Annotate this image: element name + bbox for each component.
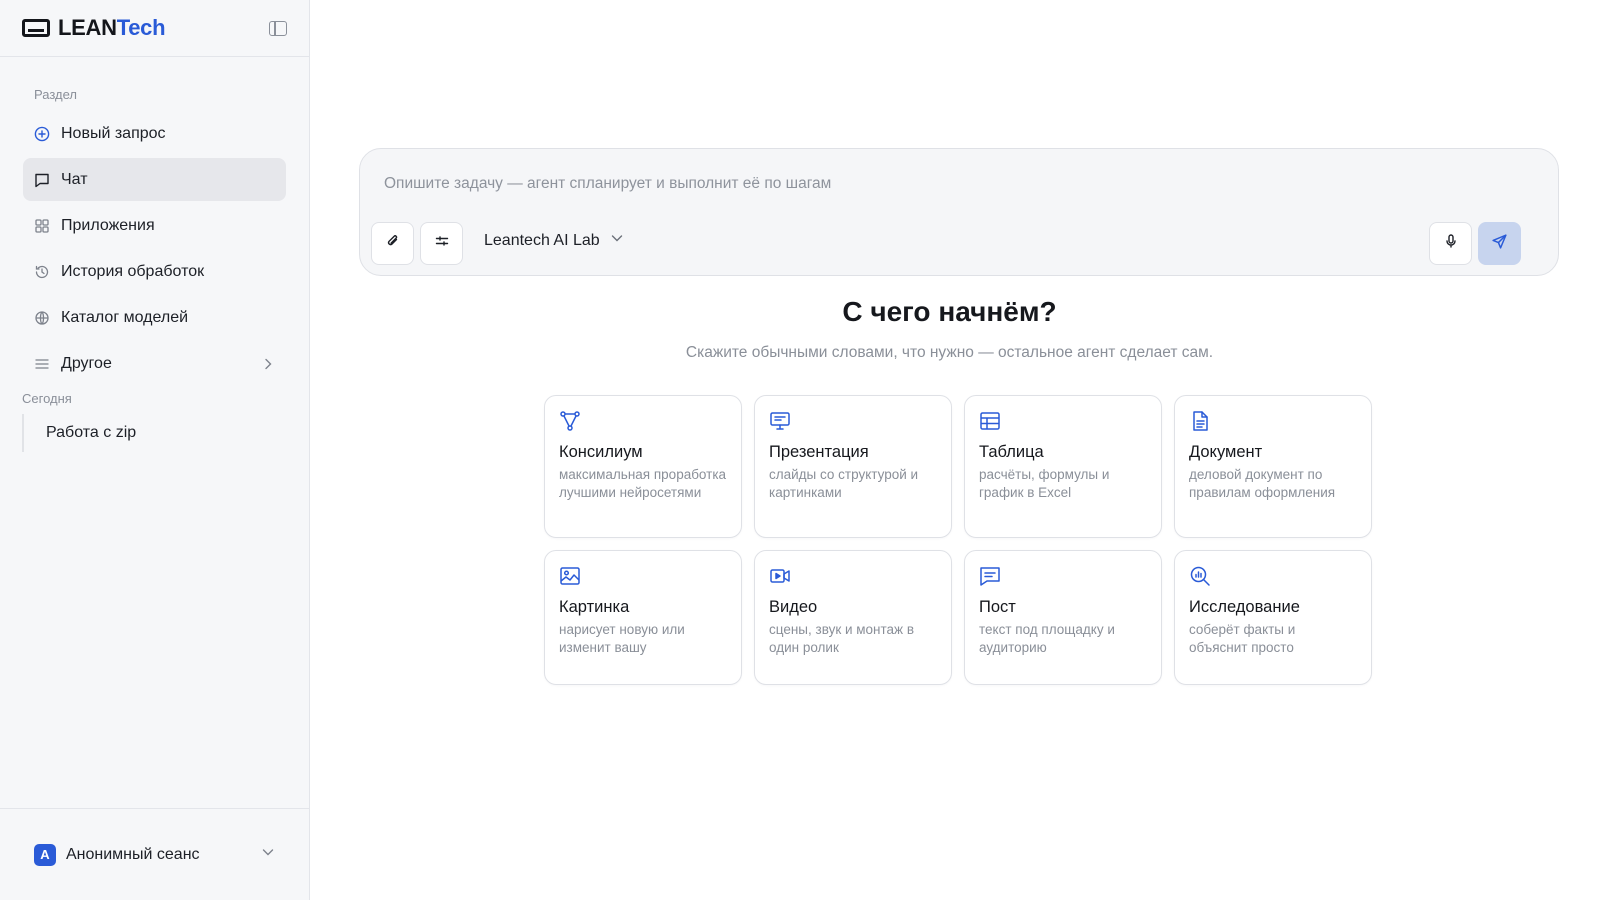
sidebar-item-label: История обработок [61, 262, 205, 280]
card-description: расчёты, формулы и график в Excel [979, 467, 1110, 500]
avatar: A [34, 843, 56, 866]
sidebar-item-model-catalog[interactable]: Каталог моделей [23, 296, 286, 339]
section-label: Раздел [34, 87, 77, 102]
brand-name-part1: LEAN [58, 15, 117, 40]
card-title: Документ [1189, 443, 1263, 461]
quick-actions-grid: Консилиум максимальная проработка лучшим… [544, 395, 1372, 685]
table-icon [979, 410, 1001, 432]
post-icon [979, 565, 1001, 587]
user-session-menu[interactable]: A Анонимный сеанс [0, 808, 309, 900]
card-title: Пост [979, 598, 1016, 616]
sliders-icon [434, 233, 450, 254]
card-description: слайды со структурой и картинками [769, 467, 919, 500]
history-item[interactable]: Работа с zip [22, 414, 287, 452]
send-button[interactable] [1478, 222, 1521, 265]
main-area: Опишите задачу — агент спланирует и выпо… [311, 0, 1600, 900]
sidebar-item-chat[interactable]: Чат [23, 158, 286, 201]
card-description: сцены, звук и монтаж в один ролик [769, 622, 914, 655]
card-title: Картинка [559, 598, 630, 616]
card-title: Исследование [1189, 598, 1300, 616]
sidebar-item-label: Новый запрос [61, 124, 166, 142]
card-title: Консилиум [559, 443, 643, 461]
apps-grid-icon [34, 218, 50, 234]
chat-icon [34, 172, 50, 188]
sidebar-item-label: Чат [61, 170, 88, 188]
voice-input-button[interactable] [1429, 222, 1472, 265]
brand-name-part2: Tech [116, 15, 166, 40]
card-research[interactable]: Исследование соберёт факты и объяснит пр… [1174, 550, 1372, 685]
paperclip-icon [385, 233, 401, 254]
chevron-down-icon [261, 845, 275, 864]
card-description: текст под площадку и аудиторию [979, 622, 1115, 655]
settings-button[interactable] [420, 222, 463, 265]
image-icon [559, 565, 581, 587]
card-document[interactable]: Документ деловой документ по правилам оф… [1174, 395, 1372, 538]
research-icon [1189, 565, 1211, 587]
card-video[interactable]: Видео сцены, звук и монтаж в один ролик [754, 550, 952, 685]
history-section-label: Сегодня [22, 391, 72, 406]
sidebar-header: LEANTech [0, 0, 309, 57]
card-title: Видео [769, 598, 818, 616]
card-image[interactable]: Картинка нарисует новую или изменит вашу [544, 550, 742, 685]
presentation-icon [769, 410, 791, 432]
document-icon [1189, 410, 1211, 432]
card-table[interactable]: Таблица расчёты, формулы и график в Exce… [964, 395, 1162, 538]
microphone-icon [1443, 233, 1459, 254]
sidebar-item-label: Другое [61, 354, 112, 372]
user-name: Анонимный сеанс [66, 845, 200, 863]
logo-mark-icon [22, 19, 50, 37]
card-presentation[interactable]: Презентация слайды со структурой и карти… [754, 395, 952, 538]
card-description: соберёт факты и объяснит просто [1189, 622, 1296, 655]
sidebar-item-apps[interactable]: Приложения [23, 204, 286, 247]
brand-logo[interactable]: LEANTech [22, 15, 166, 41]
sidebar-item-label: Каталог моделей [61, 308, 189, 326]
card-title: Таблица [979, 443, 1044, 461]
card-description: деловой документ по правилам оформления [1189, 467, 1336, 500]
card-title: Презентация [769, 443, 869, 461]
video-icon [769, 565, 791, 587]
sidebar-toggle-icon[interactable] [269, 20, 287, 36]
history-icon [34, 264, 50, 280]
model-selector[interactable]: Leantech AI Lab [484, 231, 624, 250]
page-subtitle: Скажите обычными словами, что нужно — ос… [685, 344, 1214, 361]
page-title: С чего начнём? [842, 296, 1057, 327]
card-consilium[interactable]: Консилиум максимальная проработка лучшим… [544, 395, 742, 538]
prompt-composer[interactable]: Опишите задачу — агент спланирует и выпо… [359, 148, 1559, 276]
card-description: нарисует новую или изменит вашу [559, 622, 685, 655]
sidebar-item-history[interactable]: История обработок [23, 250, 286, 293]
chevron-right-icon [261, 357, 275, 371]
menu-icon [34, 356, 50, 372]
sidebar-item-other[interactable]: Другое [23, 342, 286, 385]
card-description: максимальная проработка лучшими нейросет… [559, 467, 727, 500]
prompt-input[interactable]: Опишите задачу — агент спланирует и выпо… [384, 175, 831, 193]
sidebar-item-new-request[interactable]: Новый запрос [23, 112, 286, 155]
attach-button[interactable] [371, 222, 414, 265]
network-icon [559, 410, 581, 432]
globe-icon [34, 310, 50, 326]
sidebar: LEANTech Раздел Новый запрос Чат Приложе… [0, 0, 310, 900]
plus-circle-icon [34, 126, 50, 142]
card-post[interactable]: Пост текст под площадку и аудиторию [964, 550, 1162, 685]
sidebar-item-label: Приложения [61, 216, 155, 234]
model-name: Leantech AI Lab [484, 231, 600, 249]
chevron-down-icon [610, 231, 624, 250]
send-icon [1491, 233, 1508, 255]
